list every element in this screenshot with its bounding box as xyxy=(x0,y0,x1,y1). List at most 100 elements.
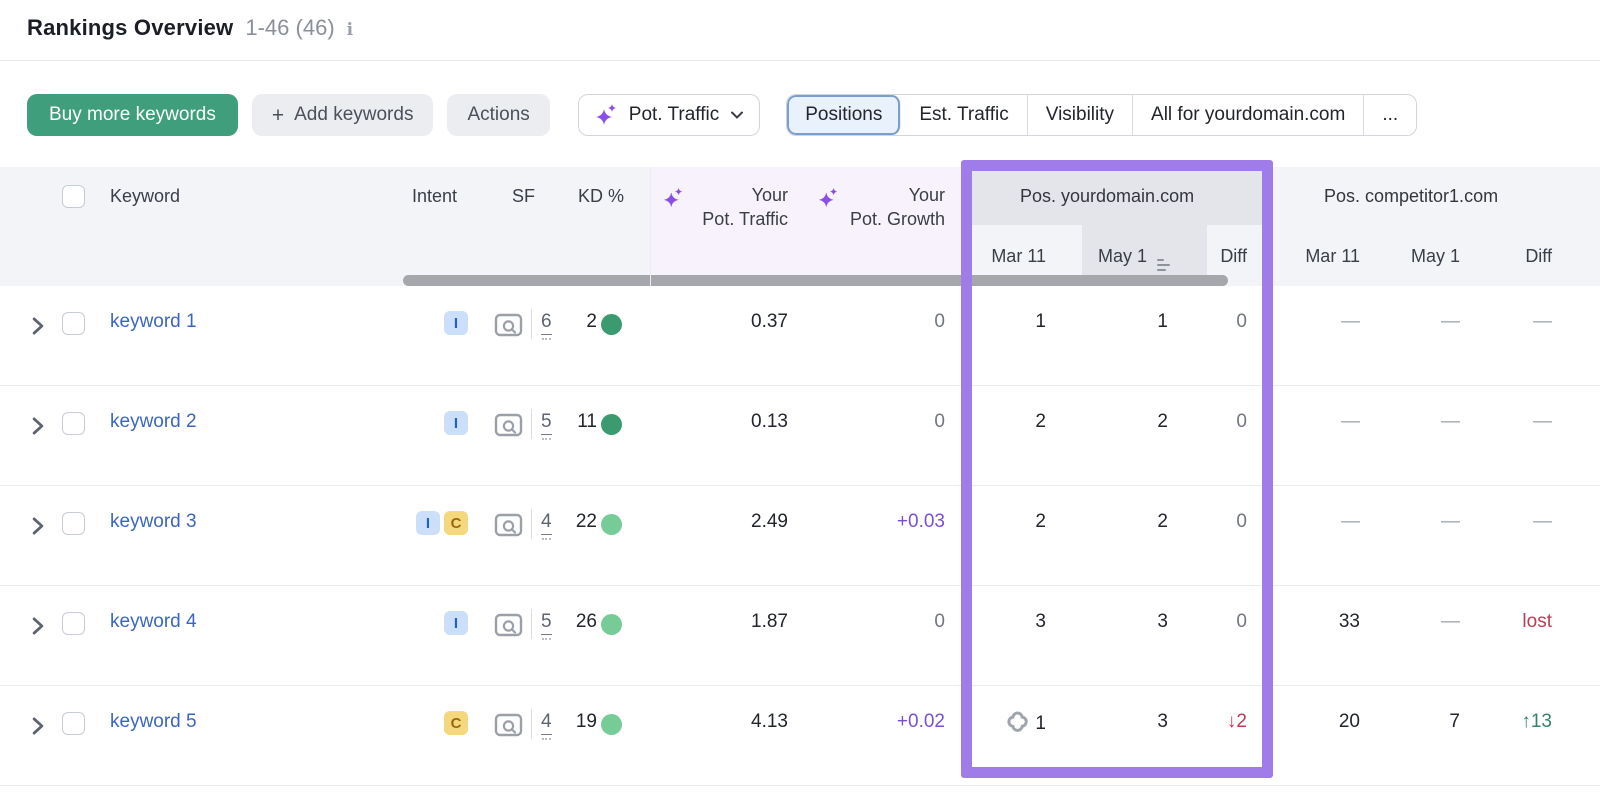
comp-may1-value: — xyxy=(1441,311,1460,332)
pos-diff-value: 0 xyxy=(1236,311,1247,332)
pos-diff-value: 0 xyxy=(1236,511,1247,532)
tab-est-traffic[interactable]: Est. Traffic xyxy=(901,95,1028,135)
serp-features-count[interactable]: 4 xyxy=(541,711,552,740)
col-header-intent[interactable]: Intent xyxy=(412,186,457,207)
select-all-checkbox[interactable] xyxy=(62,185,85,208)
table-row: keyword 1 I 6 2 0.37 0 1 1 0 — — — xyxy=(0,286,1600,386)
intent-badges: I xyxy=(408,311,468,335)
col-header-pot-growth[interactable]: Your Pot. Growth xyxy=(850,183,945,231)
row-expander[interactable] xyxy=(30,717,48,735)
kd-difficulty-dot xyxy=(601,514,622,535)
keyword-link[interactable]: keyword 2 xyxy=(110,411,197,433)
col-header-sf[interactable]: SF xyxy=(512,186,535,207)
col-header-kd[interactable]: KD % xyxy=(578,186,624,207)
kd-value: 22 xyxy=(575,511,597,532)
intent-badges: I xyxy=(408,411,468,435)
page-title: Rankings Overview xyxy=(27,15,234,40)
intent-badge-I: I xyxy=(444,411,468,435)
group-header-competitor: Pos. competitor1.com xyxy=(1324,186,1499,206)
pos-may1-value: 3 xyxy=(1157,711,1168,732)
keyword-link[interactable]: keyword 3 xyxy=(110,511,197,533)
serp-features-icon xyxy=(494,613,523,637)
subcol-yours-mar11[interactable]: Mar 11 xyxy=(991,246,1046,267)
row-checkbox[interactable] xyxy=(62,412,85,435)
actions-button[interactable]: Actions xyxy=(447,94,550,136)
keyword-link[interactable]: keyword 4 xyxy=(110,611,197,633)
serp-features-count[interactable]: 5 xyxy=(541,611,552,640)
comp-mar11-value: — xyxy=(1341,411,1360,432)
kd-difficulty-dot xyxy=(601,614,622,635)
row-expander[interactable] xyxy=(30,417,48,435)
table-row: keyword 2 I 5 11 0.13 0 2 2 0 — — — xyxy=(0,386,1600,486)
row-checkbox[interactable] xyxy=(62,712,85,735)
pos-mar11-value: 2 xyxy=(1035,511,1046,532)
subcol-comp-diff[interactable]: Diff xyxy=(1525,246,1552,267)
intent-badges: I xyxy=(408,611,468,635)
serp-preview-button[interactable] xyxy=(494,413,523,443)
row-checkbox[interactable] xyxy=(62,612,85,635)
pos-diff-value: ↓2 xyxy=(1226,711,1247,732)
keyword-link[interactable]: keyword 1 xyxy=(110,311,197,333)
add-keywords-button[interactable]: + Add keywords xyxy=(251,94,434,136)
expand-chevron-icon xyxy=(32,517,44,535)
row-expander[interactable] xyxy=(30,517,48,535)
tab-[interactable]: ... xyxy=(1364,95,1416,135)
table-row: keyword 5 C 4 19 4.13 +0.02 1 3 ↓2 20 7 ↑13 xyxy=(0,686,1600,786)
buy-more-keywords-button[interactable]: Buy more keywords xyxy=(27,94,238,136)
tab-all-for-yourdomain-com[interactable]: All for yourdomain.com xyxy=(1133,95,1365,135)
serp-preview-button[interactable] xyxy=(494,313,523,343)
table-row: keyword 3 I C 4 22 2.49 +0.03 2 2 0— — — xyxy=(0,486,1600,586)
info-icon[interactable]: i xyxy=(347,17,353,40)
pot-traffic-value: 4.13 xyxy=(751,711,788,732)
subcol-yours-diff[interactable]: Diff xyxy=(1220,246,1247,267)
comp-may1-value: — xyxy=(1441,511,1460,532)
pot-growth-value: 0 xyxy=(934,411,945,432)
subcol-yours-may1[interactable]: May 1 xyxy=(1098,246,1170,271)
serp-features-icon xyxy=(494,513,523,537)
comp-diff-value: — xyxy=(1533,311,1552,332)
divider xyxy=(531,309,532,339)
title-bar: Rankings Overview 1-46 (46) i xyxy=(0,0,1600,61)
metric-dropdown[interactable]: Pot. Traffic xyxy=(577,94,761,136)
comp-may1-value: — xyxy=(1441,611,1460,632)
col-header-pot-traffic[interactable]: Your Pot. Traffic xyxy=(702,183,788,231)
intent-badges: C xyxy=(408,711,468,735)
kd-difficulty-dot xyxy=(601,314,622,335)
pos-mar11-value: 2 xyxy=(1035,411,1046,432)
row-expander[interactable] xyxy=(30,317,48,335)
serp-preview-button[interactable] xyxy=(494,513,523,543)
row-expander[interactable] xyxy=(30,617,48,635)
pot-growth-value: 0 xyxy=(934,611,945,632)
pot-traffic-value: 0.13 xyxy=(751,411,788,432)
expand-chevron-icon xyxy=(32,717,44,735)
ai-sparkle-icon xyxy=(663,187,683,208)
serp-preview-button[interactable] xyxy=(494,713,523,743)
subcol-comp-may1[interactable]: May 1 xyxy=(1411,246,1460,267)
expand-chevron-icon xyxy=(32,617,44,635)
subcol-comp-mar11[interactable]: Mar 11 xyxy=(1305,246,1360,267)
col-header-keyword[interactable]: Keyword xyxy=(110,186,180,207)
row-checkbox[interactable] xyxy=(62,312,85,335)
serp-features-count[interactable]: 4 xyxy=(541,511,552,540)
comp-mar11-value: — xyxy=(1341,311,1360,332)
sort-desc-icon[interactable] xyxy=(1157,259,1170,271)
tab-visibility[interactable]: Visibility xyxy=(1028,95,1134,135)
comp-mar11-value: 20 xyxy=(1338,711,1360,732)
intent-badge-I: I xyxy=(444,311,468,335)
pot-traffic-value: 0.37 xyxy=(751,311,788,332)
chevron-down-icon xyxy=(731,111,744,119)
row-checkbox[interactable] xyxy=(62,512,85,535)
horizontal-scrollbar[interactable] xyxy=(403,275,1228,286)
pot-growth-value: 0 xyxy=(934,311,945,332)
pot-traffic-value: 1.87 xyxy=(751,611,788,632)
serp-features-count[interactable]: 5 xyxy=(541,411,552,440)
serp-features-icon xyxy=(494,713,523,737)
comp-may1-value: 7 xyxy=(1449,711,1460,732)
serp-preview-button[interactable] xyxy=(494,613,523,643)
pos-diff-value: 0 xyxy=(1236,611,1247,632)
tab-positions[interactable]: Positions xyxy=(787,95,902,135)
serp-features-count[interactable]: 6 xyxy=(541,311,552,340)
expand-chevron-icon xyxy=(32,417,44,435)
keyword-link[interactable]: keyword 5 xyxy=(110,711,197,733)
comp-may1-value: — xyxy=(1441,411,1460,432)
